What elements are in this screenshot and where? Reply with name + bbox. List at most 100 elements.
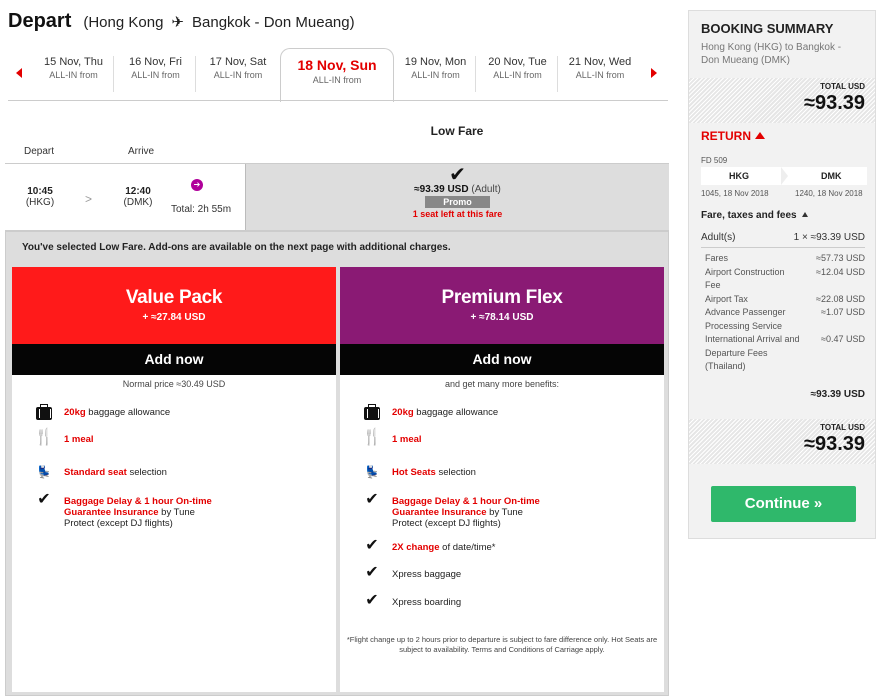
departure-info: 10:45 (HKG) bbox=[23, 186, 57, 208]
date-tab-label: 17 Nov, Sat bbox=[209, 56, 267, 68]
booking-route: Hong Kong (HKG) to Bangkok - Don Mueang … bbox=[701, 42, 842, 66]
baggage-icon bbox=[364, 404, 380, 420]
fare-column-header: Low Fare bbox=[430, 124, 484, 138]
date-tab-5[interactable]: 20 Nov, Tue ALL-IN from bbox=[478, 56, 558, 92]
leg-from-code: HKG bbox=[729, 171, 749, 181]
total-label: TOTAL USD bbox=[820, 82, 865, 91]
breakdown-row: Advance Passenger Processing Service ≈1.0… bbox=[705, 307, 865, 331]
feature-item: 🍴 1 meal bbox=[362, 429, 422, 446]
breakdown-row: Fares ≈57.73 USD bbox=[705, 253, 865, 263]
feature-item: ✔ Baggage Delay & 1 hour On-time Guarant… bbox=[37, 492, 214, 530]
caret-up-icon bbox=[755, 132, 765, 139]
date-tab-1[interactable]: 16 Nov, Fri ALL-IN from bbox=[116, 56, 196, 92]
date-tab-label: 18 Nov, Sun bbox=[297, 57, 377, 73]
fare-price: ≈93.39 USD (Adult) bbox=[414, 184, 501, 195]
value-pack-normal-price: Normal price ≈30.49 USD bbox=[122, 379, 226, 389]
date-tab-sub: ALL-IN from bbox=[493, 70, 542, 80]
adult-label: Adult(s) bbox=[701, 232, 736, 243]
chevron-right-icon: > bbox=[85, 192, 93, 206]
date-tab-sub: ALL-IN from bbox=[213, 70, 263, 80]
promo-badge: Promo bbox=[425, 196, 490, 208]
column-header-arrive: Arrive bbox=[128, 146, 155, 157]
total-amount: ≈93.39 bbox=[803, 433, 865, 455]
route-to: Bangkok - Don Mueang) bbox=[192, 14, 355, 31]
leg-arrow-icon bbox=[781, 167, 788, 185]
checkmark-icon: ✔ bbox=[37, 491, 51, 508]
feature-item: 💺 Standard seat selection bbox=[37, 466, 264, 478]
date-tab-label: 19 Nov, Mon bbox=[404, 56, 467, 68]
baggage-icon bbox=[36, 404, 52, 420]
divider bbox=[8, 100, 668, 101]
feature-item: ✔ Xpress boarding bbox=[365, 593, 592, 609]
adult-fare-row: Adult(s) 1 × ≈93.39 USD bbox=[701, 232, 865, 248]
total-box-bottom: TOTAL USD ≈93.39 bbox=[689, 419, 875, 464]
date-tab-4[interactable]: 19 Nov, Mon ALL-IN from bbox=[396, 56, 476, 92]
booking-summary: BOOKING SUMMARY Hong Kong (HKG) to Bangk… bbox=[688, 10, 876, 539]
date-tab-sub: ALL-IN from bbox=[411, 70, 460, 80]
checkmark-icon: ✔ bbox=[449, 164, 466, 186]
fare-breakdown: Fares ≈57.73 USD Airport Construction Fee… bbox=[705, 252, 865, 374]
premium-flex-card: Premium Flex + ≈78.14 USD Add now and ge… bbox=[340, 267, 664, 692]
meal-icon: 🍴 bbox=[362, 429, 382, 446]
breakdown-row: International Arrival and Departure Fees… bbox=[705, 334, 865, 371]
premium-flex-name: Premium Flex bbox=[441, 287, 563, 308]
date-tab-sub: ALL-IN from bbox=[575, 70, 625, 80]
feature-item: 🍴 1 meal bbox=[34, 429, 94, 446]
addons-message: You've selected Low Fare. Add-ons are av… bbox=[22, 242, 451, 253]
date-tab-0[interactable]: 15 Nov, Thu ALL-IN from bbox=[34, 56, 114, 92]
arrival-code: (DMK) bbox=[123, 197, 153, 208]
breakdown-row: Airport Tax ≈22.08 USD bbox=[705, 293, 865, 304]
prev-dates-arrow-icon[interactable] bbox=[16, 68, 22, 78]
date-tab-label: 21 Nov, Wed bbox=[568, 56, 632, 68]
date-tab-sub: ALL-IN from bbox=[312, 75, 362, 85]
feature-item: ✔ 2X change of date/time* bbox=[365, 538, 592, 554]
date-tab-label: 15 Nov, Thu bbox=[44, 56, 103, 68]
value-pack-add-button[interactable]: Add now bbox=[12, 344, 336, 375]
total-box-top: TOTAL USD ≈93.39 bbox=[689, 78, 875, 123]
premium-flex-add-button[interactable]: Add now bbox=[340, 344, 664, 375]
flight-row: 10:45 (HKG) > 12:40 (DMK) ➔ Total: 2h 55… bbox=[5, 163, 669, 231]
premium-flex-subtitle: and get many more benefits: bbox=[444, 379, 560, 389]
feature-item: ✔ Xpress baggage bbox=[365, 565, 592, 581]
departure-time: 10:45 bbox=[27, 186, 53, 197]
booking-summary-title: BOOKING SUMMARY bbox=[701, 21, 834, 36]
flight-duration: Total: 2h 55m bbox=[171, 204, 232, 215]
checkmark-icon: ✔ bbox=[365, 491, 379, 508]
page-title: Depart bbox=[8, 10, 72, 32]
date-selector: 15 Nov, Thu ALL-IN from 16 Nov, Fri ALL-… bbox=[8, 48, 668, 102]
date-tab-2[interactable]: 17 Nov, Sat ALL-IN from bbox=[198, 56, 278, 92]
seats-left-notice: 1 seat left at this fare bbox=[412, 209, 503, 219]
feature-item: 20kg baggage allowance bbox=[36, 404, 264, 420]
checkmark-icon: ✔ bbox=[365, 592, 379, 609]
addons-section: You've selected Low Fare. Add-ons are av… bbox=[5, 231, 669, 696]
leg-to-time: 1240, 18 Nov 2018 bbox=[795, 189, 863, 198]
arrival-info: 12:40 (DMK) bbox=[121, 186, 155, 208]
value-pack-header: Value Pack + ≈27.84 USD bbox=[12, 267, 336, 344]
low-fare-option[interactable]: ✔ ≈93.39 USD (Adult) Promo 1 seat left a… bbox=[245, 164, 669, 230]
continue-button[interactable]: Continue » bbox=[711, 486, 856, 522]
departure-code: (HKG) bbox=[25, 197, 55, 208]
value-pack-price: + ≈27.84 USD bbox=[142, 312, 206, 323]
flight-leg: HKG DMK bbox=[701, 167, 867, 185]
premium-flex-footnote: *Flight change up to 2 hours prior to de… bbox=[346, 635, 658, 654]
value-pack-card: Value Pack + ≈27.84 USD Add now Normal p… bbox=[12, 267, 336, 692]
feature-item: 20kg baggage allowance bbox=[364, 404, 592, 420]
date-tab-label: 16 Nov, Fri bbox=[129, 56, 182, 68]
date-tab-6[interactable]: 21 Nov, Wed ALL-IN from bbox=[560, 56, 640, 92]
date-tab-sub: ALL-IN from bbox=[49, 70, 98, 80]
meal-icon: 🍴 bbox=[34, 429, 54, 446]
return-toggle[interactable]: RETURN bbox=[701, 129, 765, 143]
date-tab-sub: ALL-IN from bbox=[131, 70, 180, 80]
fare-taxes-toggle[interactable]: Fare, taxes and fees bbox=[701, 210, 808, 221]
leg-to-code: DMK bbox=[821, 171, 842, 181]
column-header-depart: Depart bbox=[24, 146, 55, 157]
feature-item: 💺 Hot Seats selection bbox=[365, 466, 592, 478]
next-dates-arrow-icon[interactable] bbox=[651, 68, 657, 78]
date-tab-label: 20 Nov, Tue bbox=[488, 56, 547, 68]
fare-price-note: (Adult) bbox=[471, 184, 501, 195]
date-tab-active[interactable]: 18 Nov, Sun ALL-IN from bbox=[280, 48, 394, 102]
total-label: TOTAL USD bbox=[820, 423, 865, 432]
flight-details-arrow-icon[interactable]: ➔ bbox=[191, 179, 203, 191]
premium-flex-header: Premium Flex + ≈78.14 USD bbox=[340, 267, 664, 344]
checkmark-icon: ✔ bbox=[365, 537, 379, 554]
